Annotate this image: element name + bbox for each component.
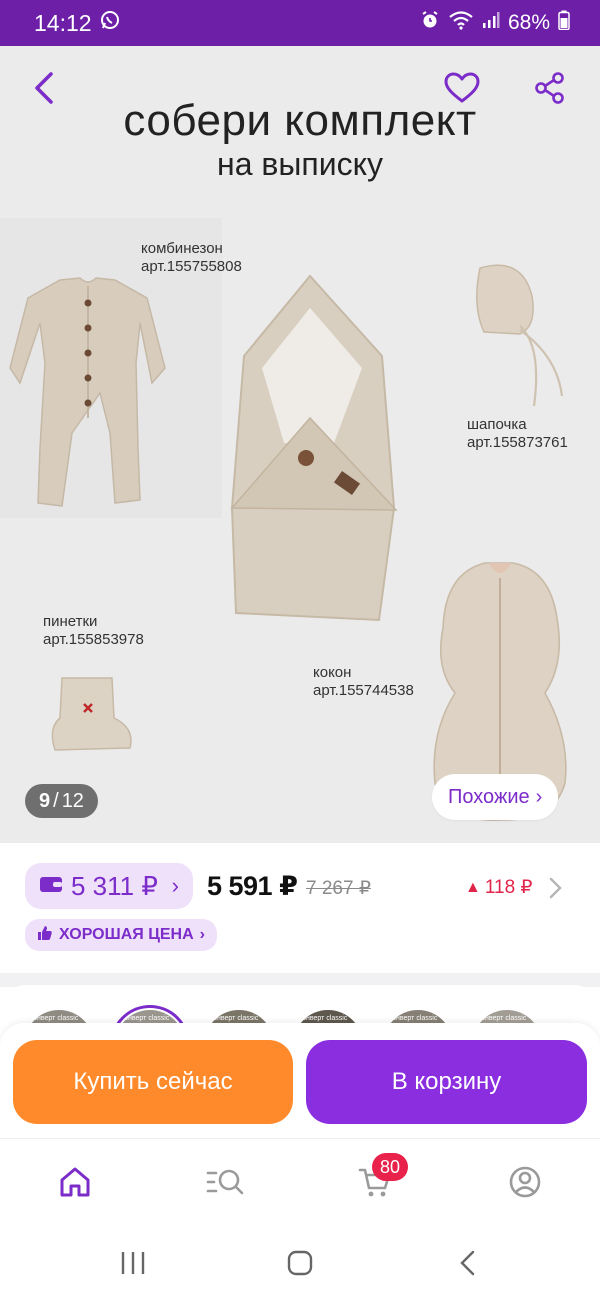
current-price: 5 591 ₽ (207, 871, 298, 901)
home-icon (58, 1165, 92, 1204)
add-to-cart-button[interactable]: В корзину (306, 1040, 587, 1124)
wallet-icon (39, 874, 63, 899)
booties-image (51, 677, 132, 751)
tab-catalog[interactable] (202, 1161, 248, 1207)
promo-title: собери комплект (123, 96, 477, 145)
profile-icon (508, 1165, 542, 1204)
price-delta-value: 118 ₽ (484, 877, 533, 898)
home-button-icon[interactable] (280, 1246, 320, 1280)
whatsapp-icon (100, 10, 120, 36)
battery-percent: 68% (507, 11, 550, 34)
counter-separator: / (53, 789, 59, 812)
counter-current: 9 (39, 789, 51, 812)
price-section: 5 311 ₽ › 5 591 ₽ 7 267 ₽ ▲ 118 ₽ ХОРОША… (0, 843, 600, 973)
signal-icon (482, 11, 500, 35)
promo-subtitle: на выписку (217, 146, 383, 182)
product-label-cocoon: кокон арт.155744538 (313, 664, 414, 700)
product-name: шапочка (467, 416, 527, 433)
wallet-price-button[interactable]: 5 311 ₽ › (25, 863, 193, 909)
good-price-label: ХОРОШАЯ ЦЕНА (59, 926, 194, 943)
product-name: кокон (313, 664, 352, 681)
price-up-icon: ▲ (465, 878, 481, 896)
good-price-badge[interactable]: ХОРОШАЯ ЦЕНА › (25, 919, 217, 951)
product-label-booties: пинетки арт.155853978 (43, 613, 144, 649)
product-article: арт.155873761 (467, 434, 568, 451)
product-article: арт.155755808 (141, 258, 242, 275)
counter-total: 12 (61, 789, 84, 812)
chevron-right-icon: › (199, 926, 205, 943)
price-history-arrow-icon[interactable] (548, 875, 564, 906)
product-article: арт.155853978 (43, 631, 144, 648)
product-name: пинетки (43, 613, 98, 630)
alarm-icon (420, 10, 440, 36)
chevron-right-icon: › (171, 873, 179, 898)
similar-label: Похожие (448, 785, 530, 808)
action-bar: Купить сейчас В корзину (0, 1023, 600, 1138)
product-image-gallery[interactable]: собери комплект на выписку комбинезон ар… (0, 46, 600, 843)
battery-icon (558, 10, 570, 36)
product-label-jumpsuit: комбинезон арт.155755808 (141, 240, 242, 276)
back-nav-icon[interactable] (448, 1246, 488, 1280)
wallet-price: 5 311 ₽ (71, 870, 158, 901)
cart-count-badge: 80 (372, 1153, 408, 1181)
status-time: 14:12 (34, 9, 92, 36)
status-bar: 14:12 68% (0, 0, 600, 46)
product-article: арт.155744538 (313, 682, 414, 699)
bottom-tab-bar: 80 (0, 1138, 600, 1228)
product-name: комбинезон (141, 240, 223, 257)
system-navigation-bar (0, 1228, 600, 1299)
thumbs-up-icon (37, 925, 53, 946)
chevron-right-icon: › (535, 785, 543, 808)
product-label-bonnet: шапочка арт.155873761 (467, 416, 568, 452)
wifi-icon (448, 10, 474, 36)
image-counter: 9 / 12 (25, 784, 98, 818)
old-price: 7 267 ₽ (306, 878, 371, 899)
similar-button[interactable]: Похожие › (432, 774, 559, 820)
buy-now-button[interactable]: Купить сейчас (13, 1040, 293, 1124)
price-change: ▲ 118 ₽ (465, 876, 533, 899)
recent-apps-icon[interactable] (113, 1246, 153, 1280)
bonnet-image (476, 264, 564, 407)
tab-profile[interactable] (502, 1161, 548, 1207)
swaddle-image (230, 274, 398, 622)
catalog-search-icon (205, 1165, 245, 1204)
tab-home[interactable] (52, 1161, 98, 1207)
